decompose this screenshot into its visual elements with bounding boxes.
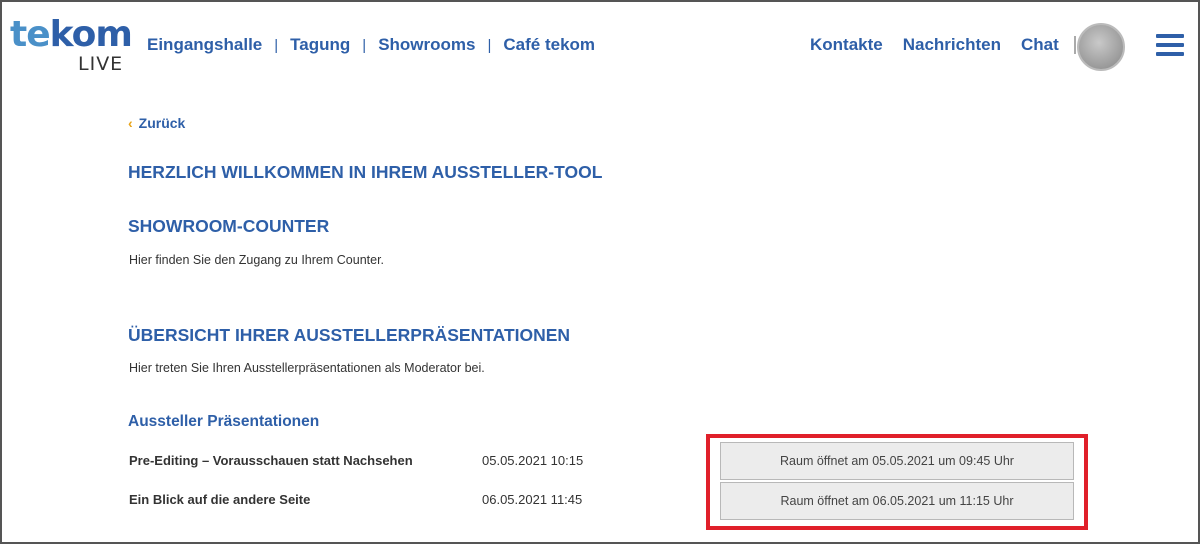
room-opens-button[interactable]: Raum öffnet am 05.05.2021 um 09:45 Uhr [720,442,1074,480]
nav-nachrichten[interactable]: Nachrichten [903,35,1001,55]
presentation-title: Ein Blick auf die andere Seite [129,492,311,507]
nav-separator: | [362,36,367,54]
back-link[interactable]: ‹ Zurück [128,115,185,131]
nav-separator: | [487,36,492,54]
chevron-left-icon: ‹ [128,115,133,131]
showroom-counter-text: Hier finden Sie den Zugang zu Ihrem Coun… [129,253,385,267]
overview-heading: ÜBERSICHT IHRER AUSSTELLERPRÄSENTATIONEN [128,325,571,345]
back-label: Zurück [138,115,186,131]
presentation-datetime: 06.05.2021 11:45 [482,492,583,507]
page-title: HERZLICH WILLKOMMEN IN IHREM AUSSTELLER-… [128,162,603,182]
main-nav: Eingangshalle | Tagung | Showrooms | Caf… [147,34,595,56]
nav-kontakte[interactable]: Kontakte [810,35,883,55]
presentations-heading: Aussteller Präsentationen [128,413,320,430]
nav-cafe-tekom[interactable]: Café tekom [503,35,595,55]
nav-showrooms[interactable]: Showrooms [378,35,475,55]
user-nav: Kontakte Nachrichten Chat [810,34,1063,56]
logo-wordmark: tekom [10,14,133,55]
nav-eingangshalle[interactable]: Eingangshalle [147,35,262,55]
presentation-title: Pre-Editing – Vorausschauen statt Nachse… [129,453,413,468]
avatar-separator [1074,36,1076,54]
room-opens-button[interactable]: Raum öffnet am 06.05.2021 um 11:15 Uhr [720,482,1074,520]
nav-separator: | [274,36,279,54]
nav-tagung[interactable]: Tagung [290,35,350,55]
user-avatar[interactable] [1077,23,1125,71]
hamburger-menu-icon[interactable] [1156,33,1184,57]
logo-subtitle: LIVE [78,53,124,75]
presentation-datetime: 05.05.2021 10:15 [482,453,584,468]
overview-text: Hier treten Sie Ihren Ausstellerpräsenta… [129,361,485,375]
tekom-live-logo[interactable]: tekom LIVE [10,15,133,77]
nav-chat[interactable]: Chat [1021,35,1059,55]
showroom-counter-heading: SHOWROOM-COUNTER [128,216,330,236]
